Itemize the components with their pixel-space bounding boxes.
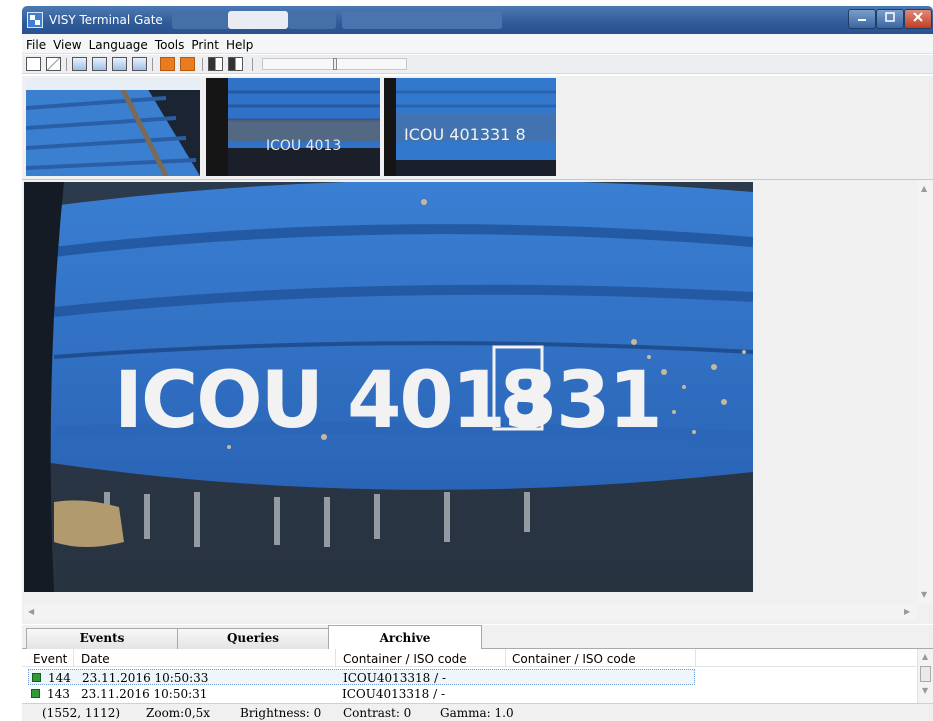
table-row[interactable]: 144 23.11.2016 10:50:33 ICOU4013318 / -: [28, 669, 695, 685]
thumbnail-3[interactable]: ICOU 401331 8: [384, 78, 556, 176]
container-photo: ICOU 401331 8: [24, 182, 753, 592]
status-gamma: Gamma: 1.0: [440, 706, 514, 720]
close-button[interactable]: [904, 9, 932, 29]
toolbar-stop-icon[interactable]: [180, 57, 195, 71]
thumbnail-1[interactable]: [26, 78, 200, 176]
tab-events[interactable]: Events: [26, 628, 178, 649]
cell-container: ICOU4013318 / -: [343, 671, 447, 685]
status-coordinates: (1552, 1112): [42, 706, 121, 720]
scroll-up-icon[interactable]: ▲: [922, 652, 928, 661]
column-divider[interactable]: [73, 649, 74, 667]
menu-file[interactable]: File: [22, 34, 49, 52]
event-status-icon: [31, 689, 40, 698]
toolbar-separator: [252, 58, 253, 71]
scroll-down-icon[interactable]: ▼: [921, 590, 927, 599]
thumbnail-strip: ICOU 4013 ICOU 401331 8: [22, 76, 933, 180]
ribbon-tab-blurred-active[interactable]: [228, 11, 288, 29]
maximize-button[interactable]: [876, 9, 904, 29]
scroll-left-icon[interactable]: ◀: [28, 607, 34, 616]
table-header: Event Date Container / ISO code Containe…: [22, 649, 917, 667]
column-divider[interactable]: [505, 649, 506, 667]
thumbnail-2[interactable]: ICOU 4013: [206, 78, 380, 176]
toolbar-separator: [66, 58, 67, 71]
column-header-container-2[interactable]: Container / ISO code: [512, 652, 636, 666]
close-icon: [913, 12, 923, 22]
events-table: Event Date Container / ISO code Containe…: [22, 649, 933, 703]
thumbnail-3-image: ICOU 401331 8: [384, 78, 556, 176]
image-viewer: ICOU 401331 8 ▲ ▼ ◀ ▶: [22, 180, 933, 624]
menu-help[interactable]: Help: [222, 34, 256, 52]
title-bar: VISY Terminal Gate: [22, 6, 933, 34]
thumbnail-3-code: ICOU 401331 8: [404, 125, 526, 144]
toolbar-invert-icon[interactable]: [228, 57, 243, 71]
toolbar-camera-add-icon[interactable]: [112, 57, 127, 71]
cell-event: 143: [47, 687, 70, 701]
check-digit: 8: [500, 355, 550, 439]
minimize-button[interactable]: [848, 9, 876, 29]
tab-archive[interactable]: Archive: [328, 625, 482, 650]
column-divider[interactable]: [695, 649, 696, 667]
app-icon: [27, 12, 43, 28]
menu-tools[interactable]: Tools: [151, 34, 188, 52]
cell-date: 23.11.2016 10:50:33: [82, 671, 209, 685]
container-code: ICOU 401331: [114, 356, 661, 446]
menu-print[interactable]: Print: [187, 34, 222, 52]
toolbar-archive-icon[interactable]: [26, 57, 41, 71]
toolbar-separator: [152, 58, 153, 71]
menu-bar: File View Language Tools Print Help: [22, 34, 933, 54]
events-scrollbar[interactable]: ▲ ▼: [917, 649, 933, 703]
scroll-up-icon[interactable]: ▲: [921, 184, 927, 193]
thumbnail-2-image: ICOU 4013: [206, 78, 380, 176]
scroll-right-icon[interactable]: ▶: [904, 607, 910, 616]
window-title: VISY Terminal Gate: [49, 13, 163, 27]
toolbar-camera-settings-icon[interactable]: [132, 57, 147, 71]
toolbar-export-icon[interactable]: [72, 57, 87, 71]
table-row[interactable]: 143 23.11.2016 10:50:31 ICOU4013318 / -: [28, 686, 695, 702]
container-image[interactable]: ICOU 401331 8: [24, 182, 753, 592]
events-scrollbar-thumb[interactable]: [920, 666, 931, 682]
status-contrast: Contrast: 0: [343, 706, 412, 720]
column-header-container[interactable]: Container / ISO code: [343, 652, 467, 666]
ribbon-tab-blurred[interactable]: [172, 11, 230, 29]
cell-container: ICOU4013318 / -: [342, 687, 446, 701]
maximize-icon: [885, 12, 895, 22]
status-bar: (1552, 1112) Zoom:0,5x Brightness: 0 Con…: [22, 703, 933, 721]
menu-view[interactable]: View: [49, 34, 84, 52]
toolbar: [22, 55, 933, 74]
tab-bar: Events Queries Archive: [22, 625, 933, 650]
horizontal-scrollbar[interactable]: ◀ ▶: [24, 604, 917, 620]
event-status-icon: [32, 673, 41, 682]
vertical-scrollbar[interactable]: ▲ ▼: [917, 180, 933, 604]
scroll-down-icon[interactable]: ▼: [922, 686, 928, 695]
ribbon-tab-blurred[interactable]: [288, 11, 336, 29]
tell-me-search-blurred[interactable]: [342, 11, 502, 29]
menu-language[interactable]: Language: [85, 34, 151, 52]
minimize-icon: [858, 19, 866, 21]
thumbnail-1-image: [26, 78, 200, 176]
tab-queries[interactable]: Queries: [177, 628, 329, 649]
cell-date: 23.11.2016 10:50:31: [81, 687, 208, 701]
column-header-event[interactable]: Event: [33, 652, 67, 666]
status-brightness: Brightness: 0: [240, 706, 322, 720]
column-header-date[interactable]: Date: [81, 652, 110, 666]
toolbar-slider[interactable]: [262, 58, 407, 70]
cell-event: 144: [48, 671, 71, 685]
thumbnail-2-code: ICOU 4013: [266, 138, 341, 154]
toolbar-separator: [202, 58, 203, 71]
toolbar-record-icon[interactable]: [160, 57, 175, 71]
toolbar-mail-icon[interactable]: [46, 57, 61, 71]
toolbar-camera-icon[interactable]: [92, 57, 107, 71]
status-zoom: Zoom:0,5x: [146, 706, 211, 720]
toolbar-contrast-icon[interactable]: [208, 57, 223, 71]
column-divider[interactable]: [335, 649, 336, 667]
toolbar-slider-thumb[interactable]: [333, 58, 337, 70]
